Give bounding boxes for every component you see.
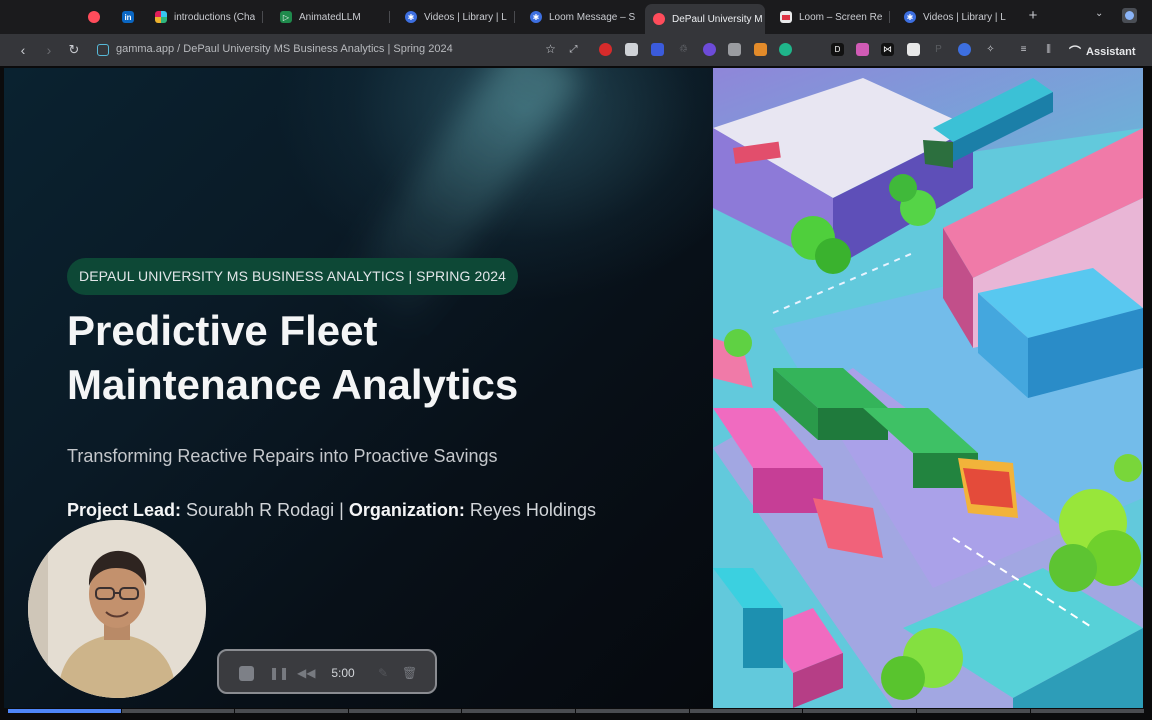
progress-chapter-marker (916, 709, 917, 713)
assistant-icon: ⌒ (1069, 45, 1082, 59)
presenter-webcam[interactable] (28, 520, 206, 698)
slide-title: Predictive Fleet Maintenance Analytics (67, 304, 627, 412)
fleet-illustration (713, 68, 1143, 708)
tab-label: DePaul University M (672, 13, 763, 25)
tab-label: AnimatedLLM (299, 11, 361, 23)
linkedin-icon: in (122, 11, 134, 23)
program-badge: DEPAUL UNIVERSITY MS BUSINESS ANALYTICS … (67, 258, 518, 295)
extension-flag-icon[interactable] (651, 43, 664, 56)
loom-icon: ✱ (904, 11, 916, 23)
restart-icon[interactable]: ◀◀ (297, 663, 315, 683)
tab-loom-screen-recorder[interactable]: Loom – Screen Re (772, 5, 890, 29)
project-lead-name: Sourabh R Rodagi (186, 500, 335, 520)
progress-chapter-marker (575, 709, 576, 713)
extension-arrow-icon[interactable] (779, 43, 792, 56)
tab-separator (889, 11, 890, 23)
credits-divider: | (339, 500, 344, 520)
tab-label: Loom Message – S (549, 11, 636, 23)
share-link-icon[interactable]: ⤢ (567, 43, 580, 56)
progress-chapter-marker (802, 709, 803, 713)
video-progress-bar[interactable] (8, 709, 1144, 713)
progress-fill (8, 709, 122, 713)
extension-recycle-icon[interactable]: ♲ (677, 43, 690, 56)
back-arrow-icon[interactable]: ‹ (14, 41, 32, 59)
browser-toolbar: ‹ › ↻ gamma.app / DePaul University MS B… (0, 34, 1152, 66)
record-icon (88, 11, 100, 23)
presentation-viewport: DEPAUL UNIVERSITY MS BUSINESS ANALYTICS … (0, 66, 1152, 720)
project-credits: Project Lead: Sourabh R Rodagi | Organiz… (67, 500, 596, 521)
browser-window: in introductions (Cha ▷ AnimatedLLM ✱ Vi… (0, 0, 1152, 720)
extension-record-icon[interactable] (599, 43, 612, 56)
extensions-puzzle-icon[interactable]: ✧ (984, 43, 997, 56)
extension-p-icon[interactable]: P (932, 43, 945, 56)
tab-label: Videos | Library | L (923, 11, 1006, 23)
draw-icon[interactable]: ✎ (376, 663, 390, 683)
tab-animatedllm[interactable]: ▷ AnimatedLLM (272, 5, 390, 29)
pause-button[interactable]: ❚❚ (269, 663, 289, 683)
new-tab-button[interactable]: + (1026, 7, 1040, 25)
loom-icon: ✱ (530, 11, 542, 23)
image-icon (780, 11, 792, 23)
tab-separator (389, 11, 390, 23)
tab-slack[interactable]: introductions (Cha (147, 5, 263, 29)
extension-d-icon[interactable]: D (831, 43, 844, 56)
tab-separator (262, 11, 263, 23)
progress-chapter-marker (1030, 709, 1031, 713)
assistant-button[interactable]: ⌒ Assistant (1069, 43, 1136, 60)
title-line-2: Maintenance Analytics (67, 361, 519, 408)
tab-record[interactable] (80, 5, 108, 29)
record-icon (653, 13, 665, 25)
extension-camera-icon[interactable] (728, 43, 741, 56)
presenter-avatar (28, 520, 206, 698)
organization-label: Organization: (348, 500, 465, 520)
profile-icon[interactable] (1122, 8, 1137, 23)
tab-label: Videos | Library | L (424, 11, 507, 23)
tab-videos-library[interactable]: ✱ Videos | Library | L (397, 5, 515, 29)
logistics-yard-drawing (713, 78, 1143, 708)
tab-separator (514, 11, 515, 23)
tab-linkedin[interactable]: in (114, 5, 144, 29)
bookmark-star-icon[interactable]: ☆ (544, 43, 557, 56)
progress-chapter-marker (689, 709, 690, 713)
progress-chapter-marker (234, 709, 235, 713)
forward-arrow-icon[interactable]: › (40, 41, 58, 59)
progress-chapter-marker (461, 709, 462, 713)
slide-subtitle: Transforming Reactive Repairs into Proac… (67, 446, 498, 466)
tab-strip: in introductions (Cha ▷ AnimatedLLM ✱ Vi… (0, 0, 1152, 34)
stop-recording-button[interactable] (239, 666, 254, 681)
assistant-label: Assistant (1086, 45, 1136, 58)
title-line-1: Predictive Fleet (67, 307, 378, 354)
reading-list-icon[interactable]: ≡ (1017, 43, 1030, 56)
extension-white-icon[interactable] (907, 43, 920, 56)
extension-split-icon[interactable]: ⋈ (881, 43, 894, 56)
extension-pink-icon[interactable] (856, 43, 869, 56)
tab-search-chevron-icon[interactable]: ⌄ (1095, 8, 1103, 19)
extension-star-icon[interactable] (703, 43, 716, 56)
extension-box-icon[interactable] (754, 43, 767, 56)
extension-square-icon[interactable] (625, 43, 638, 56)
extension-loom-icon[interactable] (958, 43, 971, 56)
delete-icon[interactable]: 🗑 (402, 663, 417, 683)
progress-chapter-marker (348, 709, 349, 713)
tab-label: introductions (Cha (174, 11, 256, 23)
loom-icon: ✱ (405, 11, 417, 23)
progress-chapter-marker (121, 709, 122, 713)
tab-depaul-university[interactable]: DePaul University M (645, 4, 765, 34)
site-info-icon[interactable] (97, 44, 109, 56)
organization-name: Reyes Holdings (469, 500, 596, 520)
tab-label: Loom – Screen Re (799, 11, 883, 23)
audio-icon[interactable]: ⫼ (1042, 43, 1055, 56)
recording-controls: ❚❚ ◀◀ 5:00 ✎ 🗑 (217, 649, 437, 694)
project-lead-label: Project Lead: (67, 500, 182, 520)
tab-videos-library-2[interactable]: ✱ Videos | Library | L (896, 5, 1014, 29)
tab-loom-message[interactable]: ✱ Loom Message – S (522, 5, 640, 29)
address-bar[interactable]: gamma.app / DePaul University MS Busines… (116, 43, 453, 55)
play-icon: ▷ (280, 11, 292, 23)
reload-icon[interactable]: ↻ (65, 41, 83, 59)
recording-timer: 5:00 (331, 666, 355, 680)
slack-icon (155, 11, 167, 23)
